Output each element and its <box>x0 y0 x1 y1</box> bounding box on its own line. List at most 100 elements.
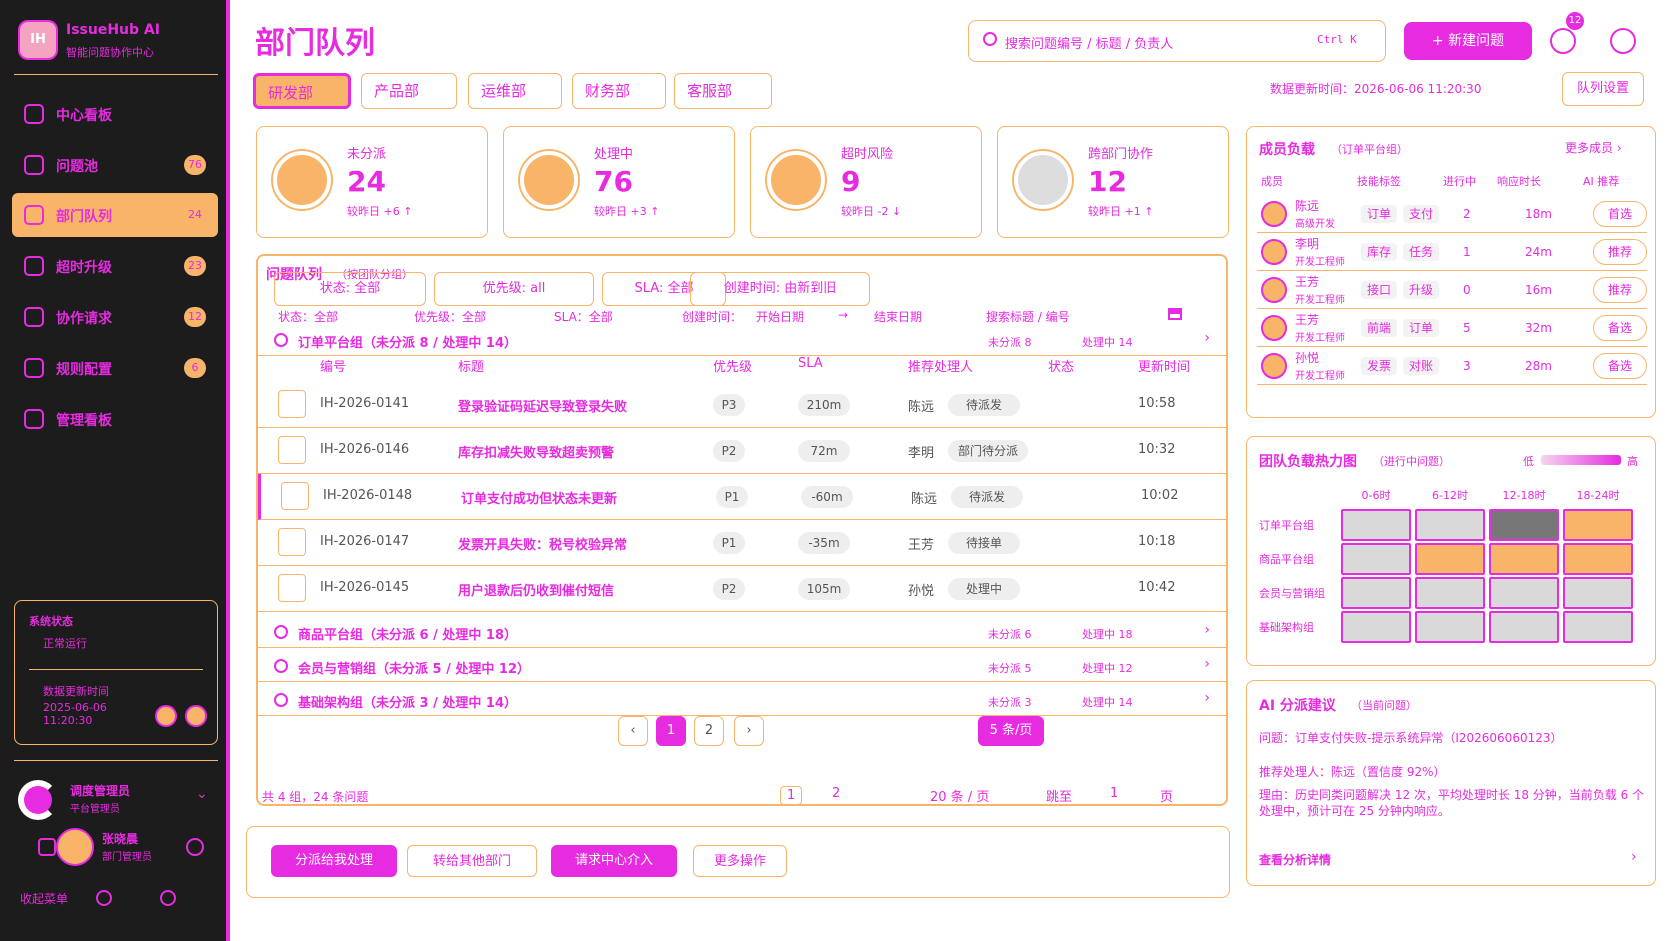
heatmap-cell[interactable] <box>1415 509 1485 541</box>
group-row[interactable]: 商品平台组（未分派 6 / 处理中 18） 未分派 6 处理中 18 › <box>258 616 1226 648</box>
transfer-button[interactable]: 转给其他部门 <box>407 845 537 877</box>
new-issue-button[interactable]: + 新建问题 <box>1404 22 1532 60</box>
settings-icon[interactable] <box>96 890 112 906</box>
search-issues-input[interactable]: 搜索标题 / 编号 <box>986 308 1070 325</box>
user-profile[interactable]: 张晓晨 部门管理员 <box>38 828 220 872</box>
nav-item-department-queue[interactable]: 部门队列 24 <box>12 193 218 237</box>
ai-detail-link[interactable]: 查看分析详情 <box>1259 851 1331 868</box>
table-row[interactable]: IH-2026-0141 登录验证码延迟导致登录失败 P3 210m 陈远 待派… <box>258 382 1226 428</box>
filter-icon[interactable] <box>1168 308 1182 320</box>
member-action-button[interactable]: 备选 <box>1593 353 1647 379</box>
stat-card-processing[interactable]: 处理中 76 较昨日 +3 ↑ <box>503 126 735 238</box>
heatmap-cell[interactable] <box>1489 611 1559 643</box>
nav-label: 问题池 <box>56 159 98 175</box>
heatmap-cell[interactable] <box>1341 611 1411 643</box>
table-row[interactable]: IH-2026-0147 发票开具失败：税号校验异常 P1 -35m 王芳 待接… <box>258 520 1226 566</box>
table-row[interactable]: IH-2026-0146 库存扣减失败导致超卖预警 P2 72m 李明 部门待分… <box>258 428 1226 474</box>
nav-item-rules[interactable]: 规则配置 6 <box>12 346 218 390</box>
row-checkbox[interactable] <box>278 528 306 556</box>
heatmap-cell[interactable] <box>1341 509 1411 541</box>
nav-item-dashboard[interactable]: 中心看板 <box>12 92 218 136</box>
row-checkbox[interactable] <box>278 436 306 464</box>
filter-created[interactable]: 创建时间: 由新到旧 <box>690 272 870 306</box>
page-size-select[interactable]: 5 条/页 <box>978 716 1044 746</box>
priority-badge: P1 <box>716 486 748 508</box>
jump-input[interactable]: 1 <box>1110 786 1118 801</box>
sla-select[interactable]: SLA：全部 <box>554 308 613 325</box>
help-icon[interactable] <box>1610 28 1636 54</box>
divider <box>14 74 218 75</box>
tab-rd[interactable]: 研发部 <box>253 73 351 109</box>
group-row[interactable]: 订单平台组（未分派 8 / 处理中 14） 未分派 8 处理中 14 › <box>258 324 1226 356</box>
tab-finance[interactable]: 财务部 <box>572 73 666 109</box>
search-input[interactable]: 搜索问题编号 / 标题 / 负责人 Ctrl K <box>968 20 1386 62</box>
nav-item-timeout[interactable]: 超时升级 23 <box>12 244 218 288</box>
heatmap-cell[interactable] <box>1563 543 1633 575</box>
heatmap-cell[interactable] <box>1341 543 1411 575</box>
tab-product[interactable]: 产品部 <box>361 73 457 109</box>
next-page-button[interactable]: › <box>734 716 764 746</box>
end-date-input[interactable]: 结束日期 <box>874 308 922 325</box>
more-members-link[interactable]: 更多成员 › <box>1565 139 1622 156</box>
collapse-menu[interactable]: 收起菜单 <box>20 890 68 907</box>
issue-title[interactable]: 用户退款后仍收到催付短信 <box>458 580 614 599</box>
page-1-link[interactable]: 1 <box>780 786 803 805</box>
page-1-button[interactable]: 1 <box>656 716 686 746</box>
table-row[interactable]: IH-2026-0145 用户退款后仍收到催付短信 P2 105m 孙悦 处理中… <box>258 566 1226 612</box>
tab-service[interactable]: 客服部 <box>674 73 772 109</box>
more-actions-button[interactable]: 更多操作 <box>693 845 787 877</box>
issue-title[interactable]: 登录验证码延迟导致登录失败 <box>458 396 627 415</box>
page-2-button[interactable]: 2 <box>694 716 724 746</box>
heatmap-cell[interactable] <box>1489 543 1559 575</box>
group-row[interactable]: 基础架构组（未分派 3 / 处理中 14） 未分派 3 处理中 14 › <box>258 684 1226 716</box>
member-action-button[interactable]: 推荐 <box>1593 239 1647 265</box>
page-size-dropdown[interactable]: 20 条 / 页 <box>930 786 989 805</box>
heatmap-cell[interactable] <box>1415 577 1485 609</box>
issue-title[interactable]: 订单支付成功但状态未更新 <box>461 488 617 507</box>
row-checkbox[interactable] <box>278 390 306 418</box>
filter-status[interactable]: 状态: 全部 <box>274 272 426 306</box>
nav-item-collab[interactable]: 协作请求 12 <box>12 295 218 339</box>
prev-page-button[interactable]: ‹ <box>618 716 648 746</box>
heatmap-cell[interactable] <box>1415 543 1485 575</box>
page-2-link[interactable]: 2 <box>832 786 840 801</box>
refresh-icon[interactable] <box>155 705 177 727</box>
heatmap-cell[interactable] <box>1563 577 1633 609</box>
issue-title[interactable]: 发票开具失败：税号校验异常 <box>458 534 627 553</box>
heatmap-cell[interactable] <box>1415 611 1485 643</box>
sync-icon[interactable] <box>185 705 207 727</box>
row-checkbox[interactable] <box>278 574 306 602</box>
heatmap-cell[interactable] <box>1489 577 1559 609</box>
group-row[interactable]: 会员与营销组（未分派 5 / 处理中 12） 未分派 5 处理中 12 › <box>258 650 1226 682</box>
skill-tag: 库存 <box>1361 243 1398 261</box>
queue-settings-button[interactable]: 队列设置 <box>1562 72 1644 106</box>
member-action-button[interactable]: 首选 <box>1593 201 1647 227</box>
filter-priority[interactable]: 优先级: all <box>434 272 594 306</box>
start-date-input[interactable]: 开始日期 <box>756 308 804 325</box>
stat-card-collab[interactable]: 跨部门协作 12 较昨日 +1 ↑ <box>997 126 1229 238</box>
user-switcher[interactable]: 调度管理员 平台管理员 ⌄ <box>18 780 218 820</box>
heatmap-cell[interactable] <box>1563 611 1633 643</box>
issue-title[interactable]: 库存扣减失败导致超卖预警 <box>458 442 614 461</box>
nav-item-manager[interactable]: 管理看板 <box>12 397 218 441</box>
status-select[interactable]: 状态：全部 <box>278 308 338 325</box>
heatmap-cell[interactable] <box>1341 577 1411 609</box>
ai-title-hint: （当前问题） <box>1351 699 1417 712</box>
member-action-button[interactable]: 推荐 <box>1593 277 1647 303</box>
nav-item-issue-pool[interactable]: 问题池 76 <box>12 143 218 187</box>
tab-ops[interactable]: 运维部 <box>468 73 562 109</box>
power-icon[interactable] <box>160 890 176 906</box>
heatmap-cell[interactable] <box>1489 509 1559 541</box>
priority-select[interactable]: 优先级：全部 <box>414 308 486 325</box>
request-center-button[interactable]: 请求中心介入 <box>551 845 677 877</box>
stat-card-timeout-risk[interactable]: 超时风险 9 较昨日 -2 ↓ <box>750 126 982 238</box>
table-row-selected[interactable]: IH-2026-0148 订单支付成功但状态未更新 P1 -60m 陈远 待派发… <box>258 474 1226 520</box>
bell-icon[interactable] <box>1550 28 1576 54</box>
heatmap-cell[interactable] <box>1563 509 1633 541</box>
help-icon[interactable] <box>186 838 204 856</box>
row-checkbox[interactable] <box>281 482 309 510</box>
claim-button[interactable]: 分派给我处理 <box>271 845 397 877</box>
bell-icon[interactable] <box>38 838 56 856</box>
member-action-button[interactable]: 备选 <box>1593 315 1647 341</box>
stat-card-unassigned[interactable]: 未分派 24 较昨日 +6 ↑ <box>256 126 488 238</box>
